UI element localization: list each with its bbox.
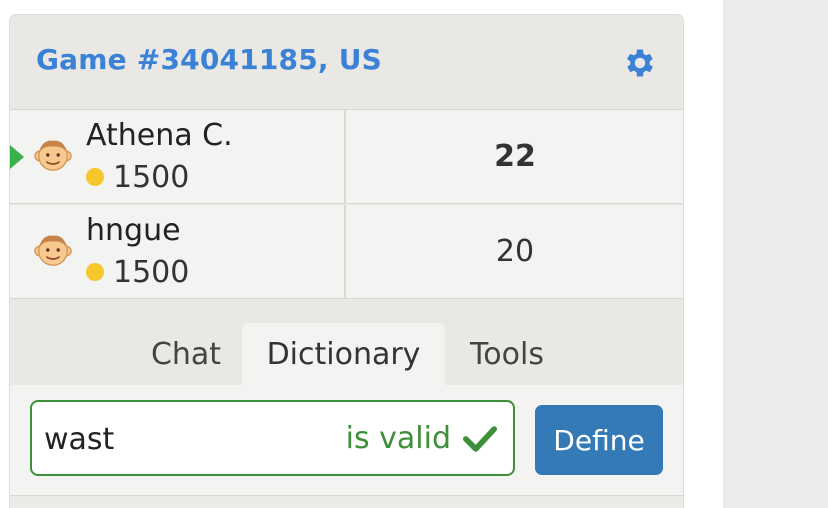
player-row: hngue 1500 20 [10, 205, 683, 299]
player-score: 22 [494, 139, 536, 174]
game-panel: Game #34041185, US Athena C. 1500 22 hng… [9, 14, 684, 508]
player-name: Athena C. [86, 118, 233, 153]
player-score: 20 [495, 234, 535, 269]
coin-icon [86, 262, 104, 281]
word-input[interactable] [42, 414, 346, 464]
side-pane [723, 0, 828, 508]
tab-chat[interactable]: Chat [129, 323, 243, 386]
word-field-box: is valid [30, 400, 515, 476]
panel-tabs: Chat Dictionary Tools [10, 300, 683, 386]
player-name: hngue [86, 213, 181, 248]
player-name-cell: Athena C. 1500 [10, 110, 346, 203]
player-rating: 1500 [86, 255, 189, 290]
panel-footer [10, 497, 683, 508]
player-name-cell: hngue 1500 [10, 205, 346, 298]
turn-indicator-icon [10, 145, 24, 169]
define-button[interactable]: Define [535, 405, 663, 475]
game-title: Game #34041185, US [36, 43, 382, 76]
validity-status: is valid [346, 421, 497, 456]
tab-dictionary[interactable]: Dictionary [242, 323, 445, 386]
rating-value: 1500 [113, 160, 190, 195]
game-header: Game #34041185, US [10, 15, 683, 109]
tab-tools[interactable]: Tools [447, 323, 567, 386]
check-icon [463, 425, 497, 452]
avatar-icon [34, 140, 72, 171]
dictionary-panel: is valid Define [10, 385, 683, 496]
gear-icon[interactable] [622, 45, 658, 81]
rating-value: 1500 [113, 255, 190, 290]
validity-label: is valid [345, 421, 451, 456]
player-rating: 1500 [86, 160, 189, 195]
player-list: Athena C. 1500 22 hngue 1500 20 [10, 109, 683, 300]
avatar-icon [34, 235, 72, 266]
player-row: Athena C. 1500 22 [10, 110, 683, 204]
coin-icon [86, 167, 104, 186]
